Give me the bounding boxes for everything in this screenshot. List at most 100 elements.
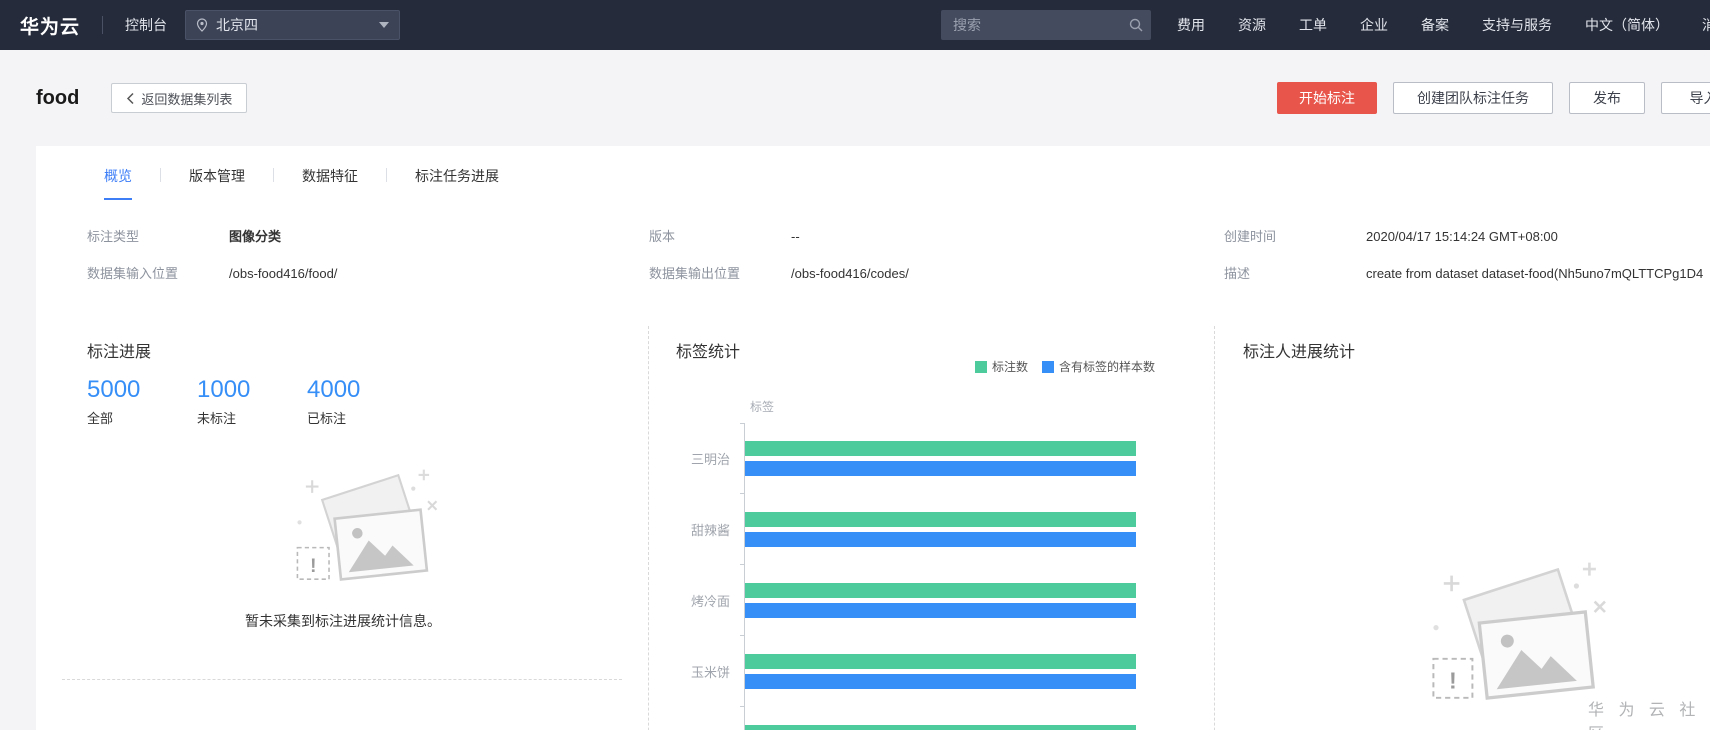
empty-state-illustration <box>289 457 447 599</box>
stat-label: 未标注 <box>197 411 237 426</box>
bar-group: 甜辣酱 <box>676 494 1214 565</box>
legend-swatch-green <box>974 360 987 373</box>
nav-item-resources[interactable]: 资源 <box>1238 15 1266 35</box>
header-actions: 开始标注 创建团队标注任务 发布 导入 <box>1277 82 1710 114</box>
info-label: 标注类型 <box>87 229 140 244</box>
bar-pair <box>740 565 1214 636</box>
start-annotation-button[interactable]: 开始标注 <box>1277 82 1377 114</box>
tab-version-management[interactable]: 版本管理 <box>189 166 245 198</box>
stat-label: 全部 <box>87 411 114 426</box>
bar-pair <box>740 423 1214 494</box>
bar-group: 玉米饼 <box>676 636 1214 707</box>
bar-标注数 <box>745 441 1136 456</box>
bar-pair <box>744 707 1214 730</box>
nav-divider <box>102 16 104 34</box>
nav-item-tickets[interactable]: 工单 <box>1299 15 1327 35</box>
empty-state-illustration <box>1423 547 1618 721</box>
search-box <box>941 10 1151 40</box>
nav-item-enterprise[interactable]: 企业 <box>1360 15 1388 35</box>
search-input[interactable] <box>941 10 1151 40</box>
top-navbar: 华为云 控制台 北京四 费用 资源 工单 企业 备案 支持与服务 中文（简体） … <box>0 0 1710 50</box>
category-label: 玉米饼 <box>690 665 730 680</box>
create-team-task-button[interactable]: 创建团队标注任务 <box>1393 82 1553 114</box>
back-to-dataset-list-button[interactable]: 返回数据集列表 <box>111 83 248 113</box>
stat-value: 5000 <box>87 376 141 403</box>
nav-item-console[interactable]: 控制台 <box>125 15 167 35</box>
bar-标注数 <box>745 654 1136 669</box>
legend-label: 含有标签的样本数 <box>1058 360 1155 374</box>
huawei-cloud-community-watermark: 华 为 云 社 区 <box>1588 702 1701 730</box>
info-value: create from dataset dataset-food(Nh5uno7… <box>1366 266 1704 281</box>
bar-含有标签的样本数 <box>745 674 1136 689</box>
info-label: 数据集输入位置 <box>87 266 179 281</box>
bar-含有标签的样本数 <box>745 461 1136 476</box>
bar-group: 鸡肉丁 <box>676 707 1214 730</box>
nav-item-support[interactable]: 支持与服务 <box>1482 15 1552 35</box>
nav-item-billing[interactable]: 费用 <box>1177 15 1205 35</box>
stat-label: 已标注 <box>307 411 347 426</box>
empty-state-text: 暂未采集到标注进展统计信息。 <box>245 613 441 629</box>
region-selector[interactable]: 北京四 <box>185 10 401 40</box>
progress-stats: 5000 全部 1000 未标注 4000 已标注 <box>87 376 648 427</box>
tab-data-features[interactable]: 数据特征 <box>302 166 358 198</box>
page-header: food 返回数据集列表 开始标注 创建团队标注任务 发布 导入 <box>0 50 1710 146</box>
annotation-progress-panel: 标注进展 5000 全部 1000 未标注 4000 已标注 暂未采集到标注进展… <box>36 326 649 730</box>
dataset-card: 概览 版本管理 数据特征 标注任务进展 标注类型 图像分类 版本 -- 创建时间 20… <box>36 146 1710 730</box>
bar-含有标签的样本数 <box>745 603 1136 618</box>
tab-separator <box>386 168 387 182</box>
panel-title-progress: 标注进展 <box>87 344 152 361</box>
publish-button[interactable]: 发布 <box>1569 82 1645 114</box>
info-output-path: 数据集输出位置/obs-food416/codes/ <box>649 263 1224 282</box>
tab-overview[interactable]: 概览 <box>104 166 132 200</box>
search-icon[interactable] <box>1128 17 1144 33</box>
annotator-progress-panel: 标注人进展统计 当前数据集非团队标注类型，暂无标注人进展统计信息 <box>1215 326 1710 730</box>
chevron-left-icon <box>127 92 134 104</box>
info-annotation-type: 标注类型 图像分类 <box>87 226 649 245</box>
bar-group: 烤冷面 <box>676 565 1214 636</box>
info-value: 图像分类 <box>229 229 282 244</box>
region-selector-value: 北京四 <box>216 17 259 33</box>
stat-unlabeled: 1000 未标注 <box>197 376 307 427</box>
bar-chart: 三明治甜辣酱烤冷面玉米饼鸡肉丁 <box>676 423 1214 730</box>
huawei-cloud-logo[interactable]: 华为云 <box>20 12 80 39</box>
legend-label: 标注数 <box>991 360 1028 374</box>
label-statistics-panel: 标签统计 标注数 含有标签的样本数 标签 三明治甜辣酱烤冷面玉米饼鸡肉丁 <box>649 326 1215 730</box>
location-pin-icon <box>196 18 208 32</box>
info-version: 版本 -- <box>649 226 1224 245</box>
back-button-label: 返回数据集列表 <box>141 91 233 107</box>
category-label: 三明治 <box>690 452 730 467</box>
dashed-divider <box>62 679 622 680</box>
info-label: 描述 <box>1224 266 1251 281</box>
bar-标注数 <box>745 583 1136 598</box>
info-input-path: 数据集输入位置/obs-food416/food/ <box>87 263 649 282</box>
bar-标注数 <box>745 512 1136 527</box>
bar-pair <box>740 494 1214 565</box>
import-button[interactable]: 导入 <box>1661 82 1710 114</box>
stat-labeled: 4000 已标注 <box>307 376 417 427</box>
tab-separator <box>273 168 274 182</box>
category-label: 甜辣酱 <box>690 523 730 538</box>
info-value: /obs-food416/food/ <box>229 266 338 281</box>
info-value: /obs-food416/codes/ <box>791 266 909 281</box>
tabs: 概览 版本管理 数据特征 标注任务进展 <box>36 146 1710 200</box>
stat-total: 5000 全部 <box>87 376 197 427</box>
navbar-right: 费用 资源 工单 企业 备案 支持与服务 中文（简体） 消息 <box>941 0 1710 50</box>
dataset-title: food <box>36 86 80 109</box>
bar-标注数 <box>745 725 1136 730</box>
legend-swatch-blue <box>1041 360 1054 373</box>
bar-含有标签的样本数 <box>745 532 1136 547</box>
stat-value: 4000 <box>307 376 361 403</box>
tab-annotation-task-progress[interactable]: 标注任务进展 <box>415 166 499 198</box>
chevron-down-icon <box>379 22 390 28</box>
stat-value: 1000 <box>197 376 251 403</box>
nav-item-messages-partial[interactable]: 消息 <box>1702 15 1710 35</box>
legend-item-labeled-samples[interactable]: 含有标签的样本数 <box>1041 358 1155 375</box>
legend-item-annotation-count[interactable]: 标注数 <box>974 358 1028 375</box>
stat-panels: 标注进展 5000 全部 1000 未标注 4000 已标注 暂未采集到标注进展… <box>36 326 1710 730</box>
nav-item-icp[interactable]: 备案 <box>1421 15 1449 35</box>
info-created-time: 创建时间 2020/04/17 15:14:24 GMT+08:00 <box>1224 226 1710 245</box>
bar-group: 三明治 <box>676 423 1214 494</box>
nav-item-language[interactable]: 中文（简体） <box>1585 15 1669 35</box>
info-description: 描述 create from dataset dataset-food(Nh5un… <box>1224 263 1710 282</box>
bar-pair <box>740 636 1214 707</box>
